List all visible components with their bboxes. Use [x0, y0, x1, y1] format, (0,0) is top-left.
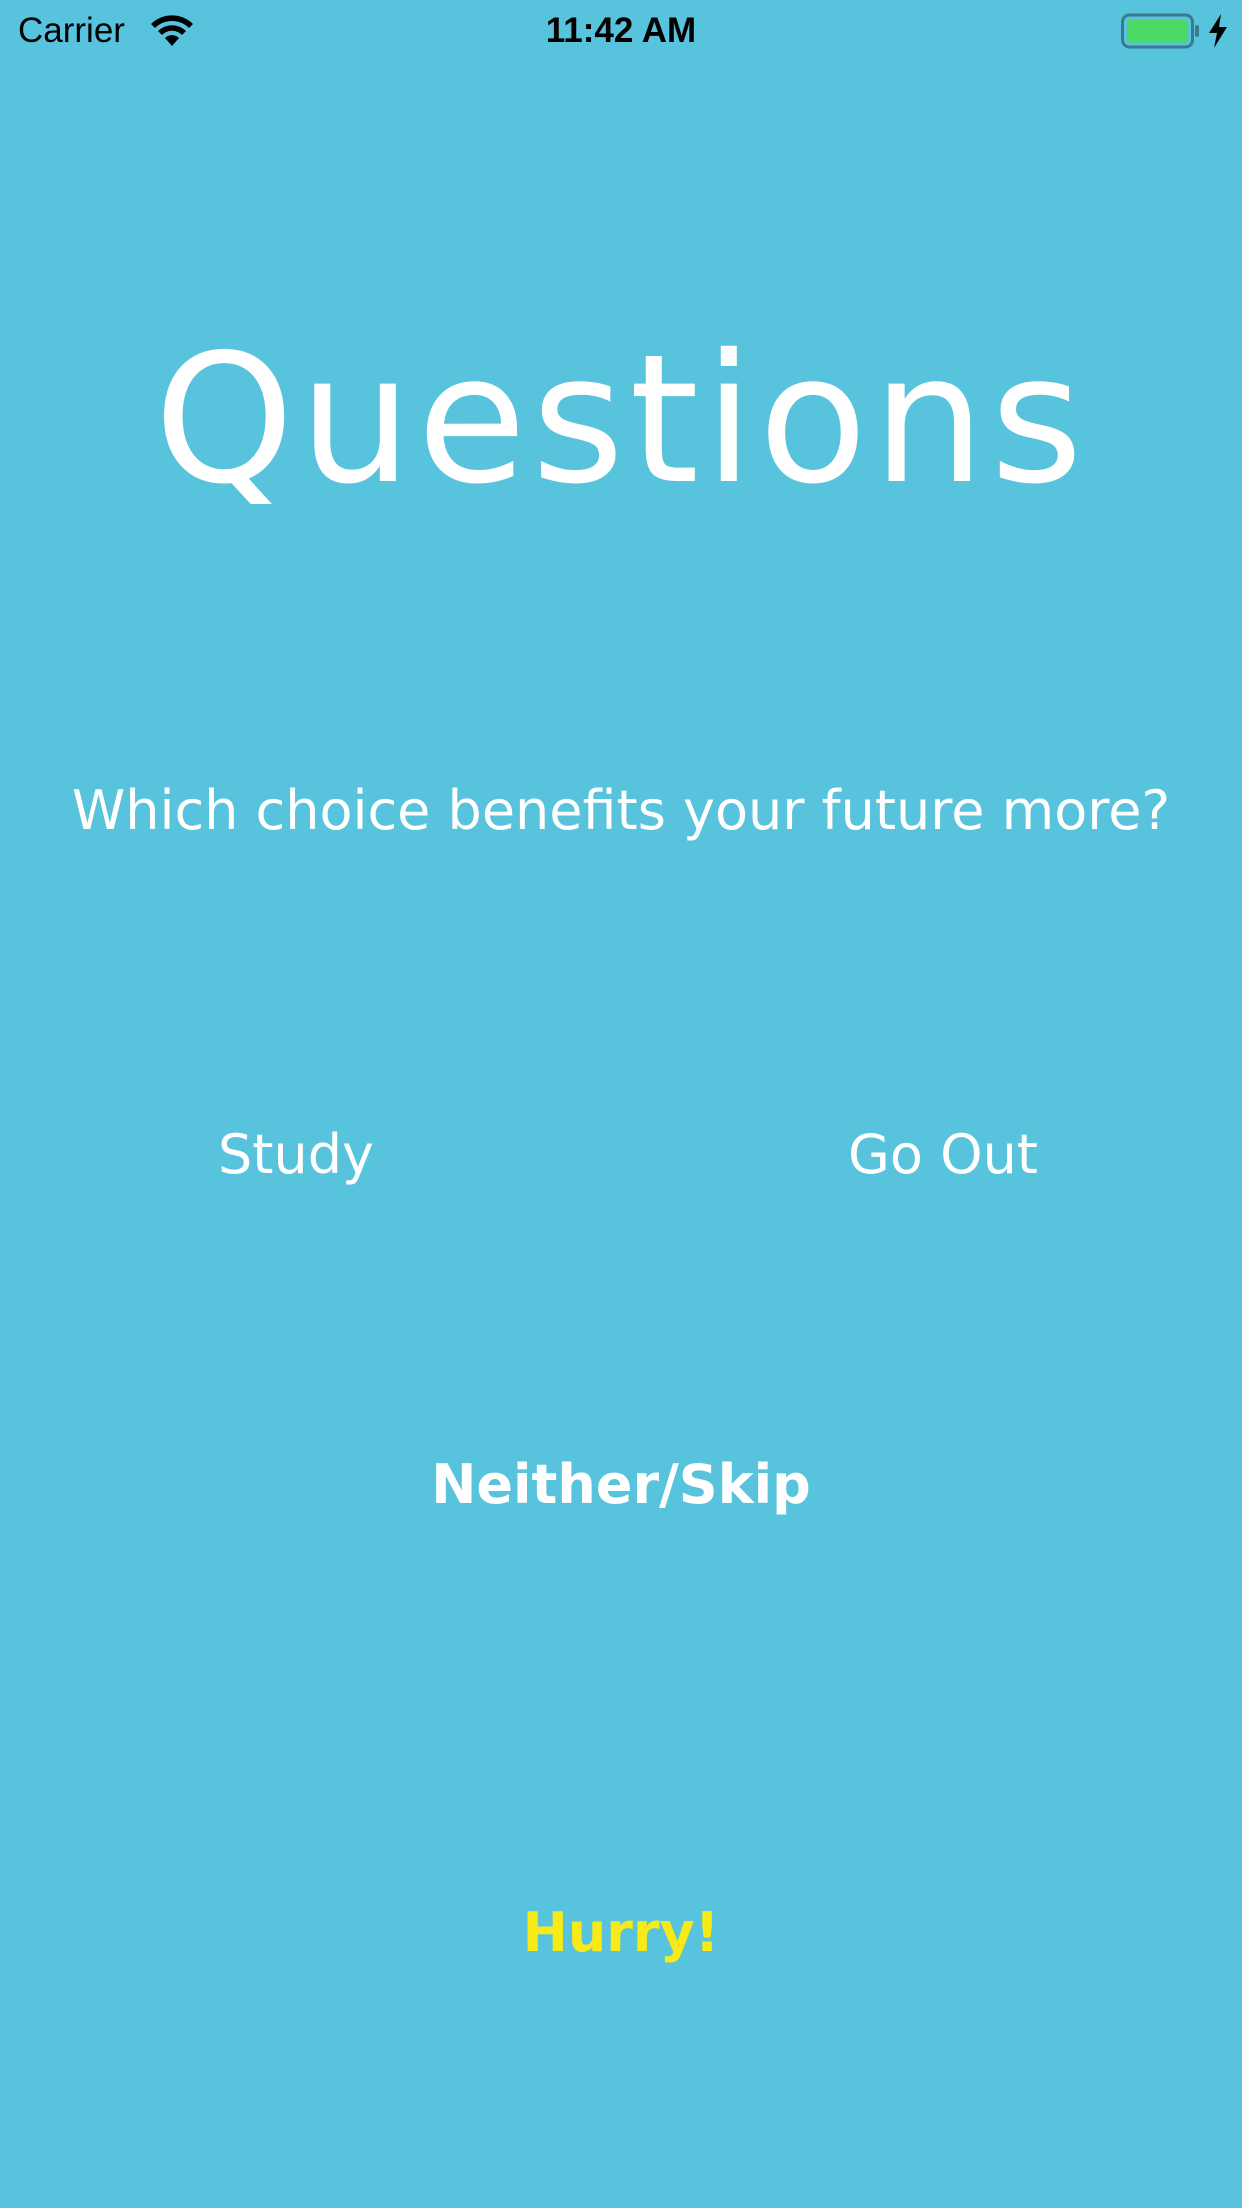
charging-bolt-icon: [1209, 14, 1227, 48]
hurry-label: Hurry!: [522, 1901, 720, 1964]
skip-button[interactable]: Neither/Skip: [371, 1450, 871, 1520]
choice-go-out-button[interactable]: Go Out: [723, 1120, 1163, 1190]
question-text: Which choice benefits your future more?: [71, 779, 1171, 842]
battery-icon: [1121, 13, 1199, 49]
page-title: Questions: [154, 316, 1088, 523]
status-bar: Carrier 11:42 AM: [0, 0, 1242, 62]
clock-time: 11:42 AM: [545, 11, 697, 50]
choice-study-button[interactable]: Study: [76, 1120, 516, 1190]
